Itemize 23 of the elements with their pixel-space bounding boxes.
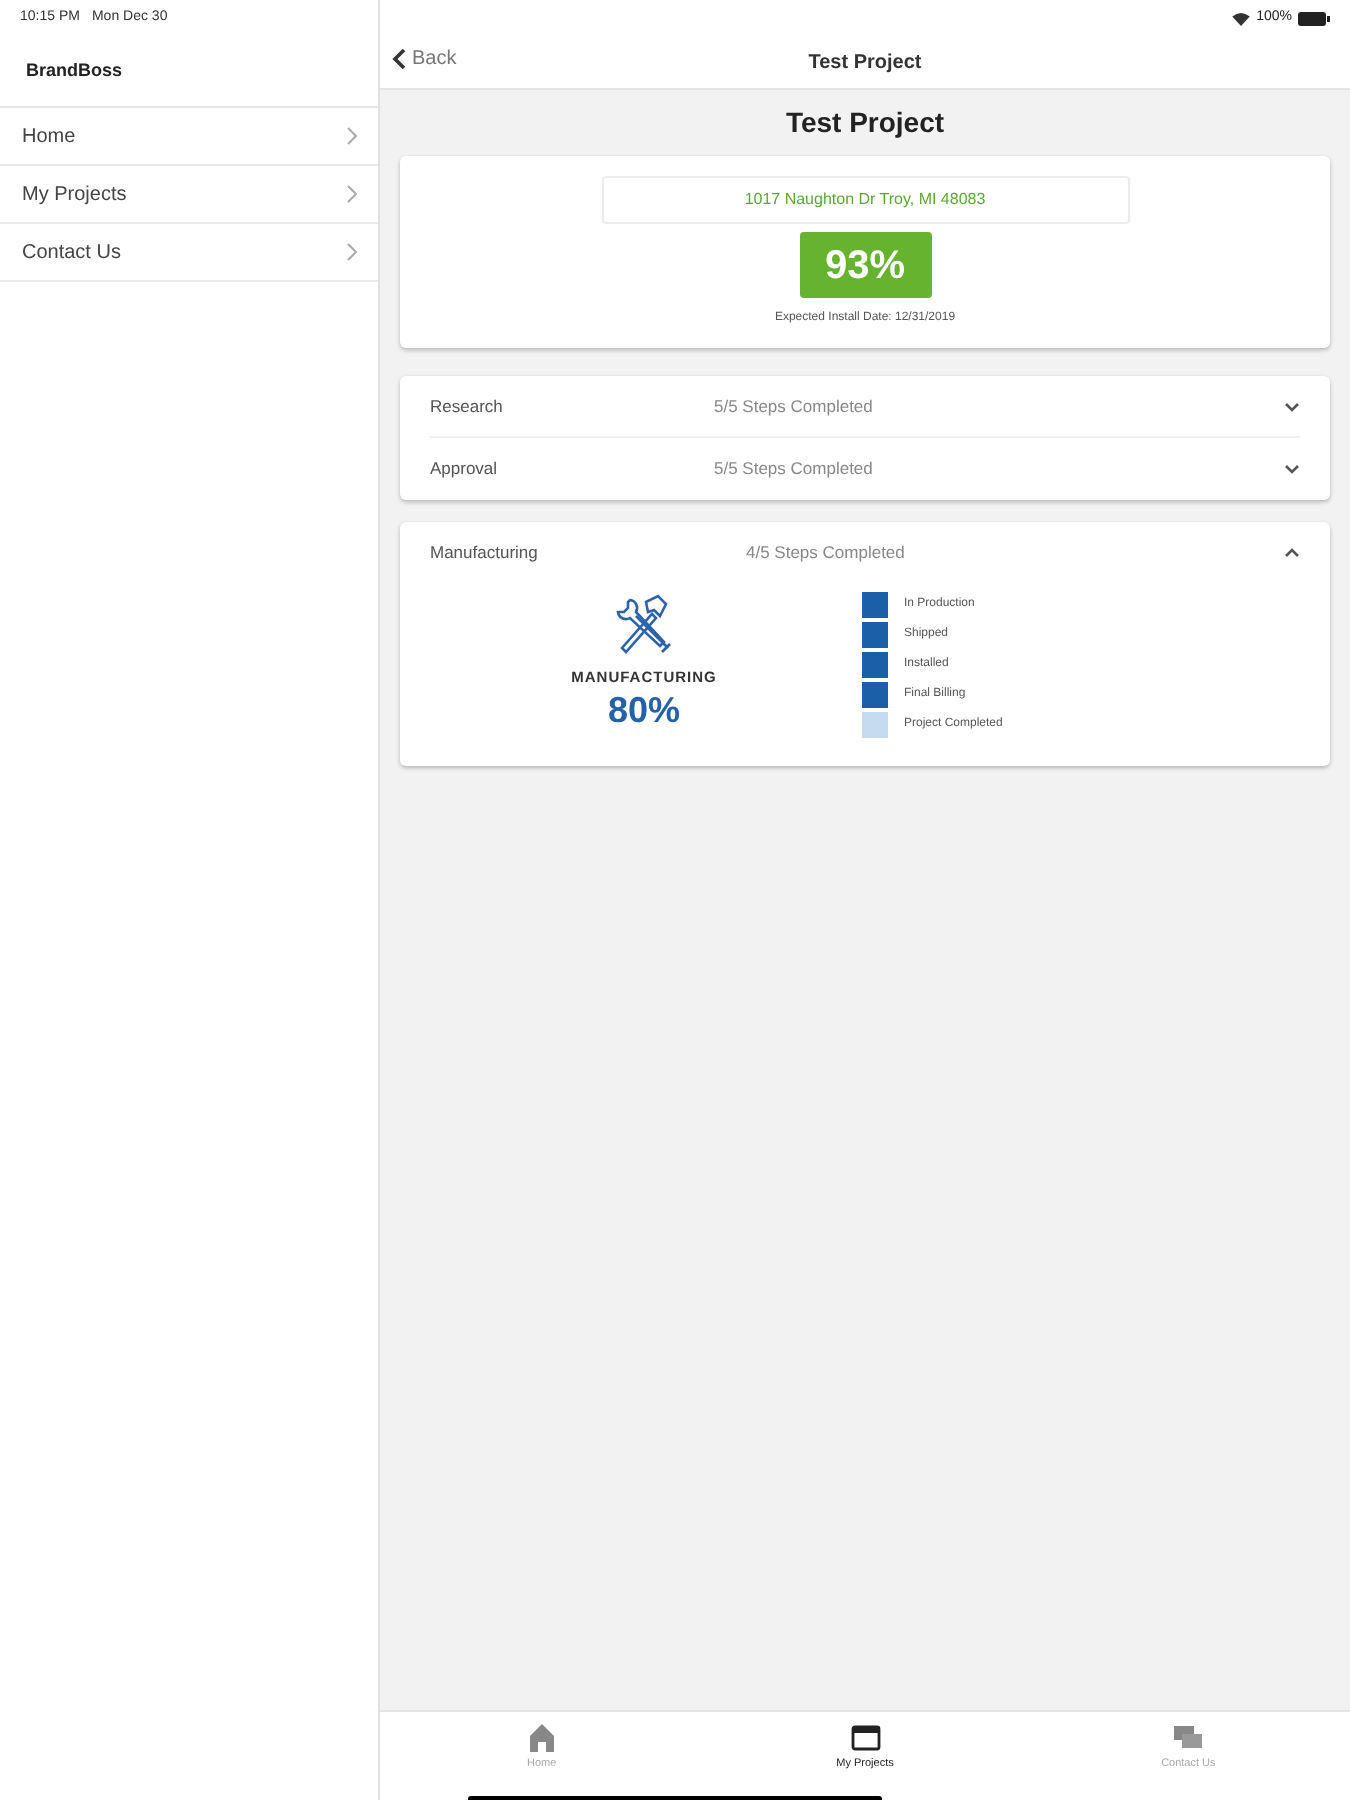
stage-percent: 80%	[607, 688, 681, 733]
nav-title: Test Project	[808, 49, 922, 77]
chevron-left-icon	[392, 48, 406, 70]
chevron-right-icon	[346, 184, 358, 204]
battery-icon	[1298, 11, 1330, 25]
chat-icon	[1172, 1722, 1205, 1754]
house-icon	[525, 1722, 558, 1754]
wifi-icon	[1232, 11, 1251, 25]
chevron-right-icon	[346, 126, 358, 146]
phase-header[interactable]: Manufacturing 4/5 Steps Completed	[430, 522, 1300, 584]
sidebar-item[interactable]: Home	[0, 108, 378, 166]
sidebar-item[interactable]: Contact Us	[0, 224, 378, 282]
phase-header[interactable]: Approval 5/5 Steps Completed	[430, 438, 1300, 500]
window-icon	[849, 1722, 881, 1754]
chevron-right-icon	[346, 242, 358, 262]
hammer-wrench-icon	[612, 592, 676, 656]
project-title: Test Project	[785, 104, 945, 142]
back-button[interactable]: Back	[392, 44, 457, 74]
sidebar-title: BrandBoss	[26, 57, 123, 84]
percent-badge: 93%	[799, 232, 931, 298]
address-field: 1017 Naughton Dr Troy, MI 48083	[601, 176, 1129, 224]
sidebar-item[interactable]: My Projects	[0, 166, 378, 224]
phase-header[interactable]: Research 5/5 Steps Completed	[430, 376, 1300, 438]
